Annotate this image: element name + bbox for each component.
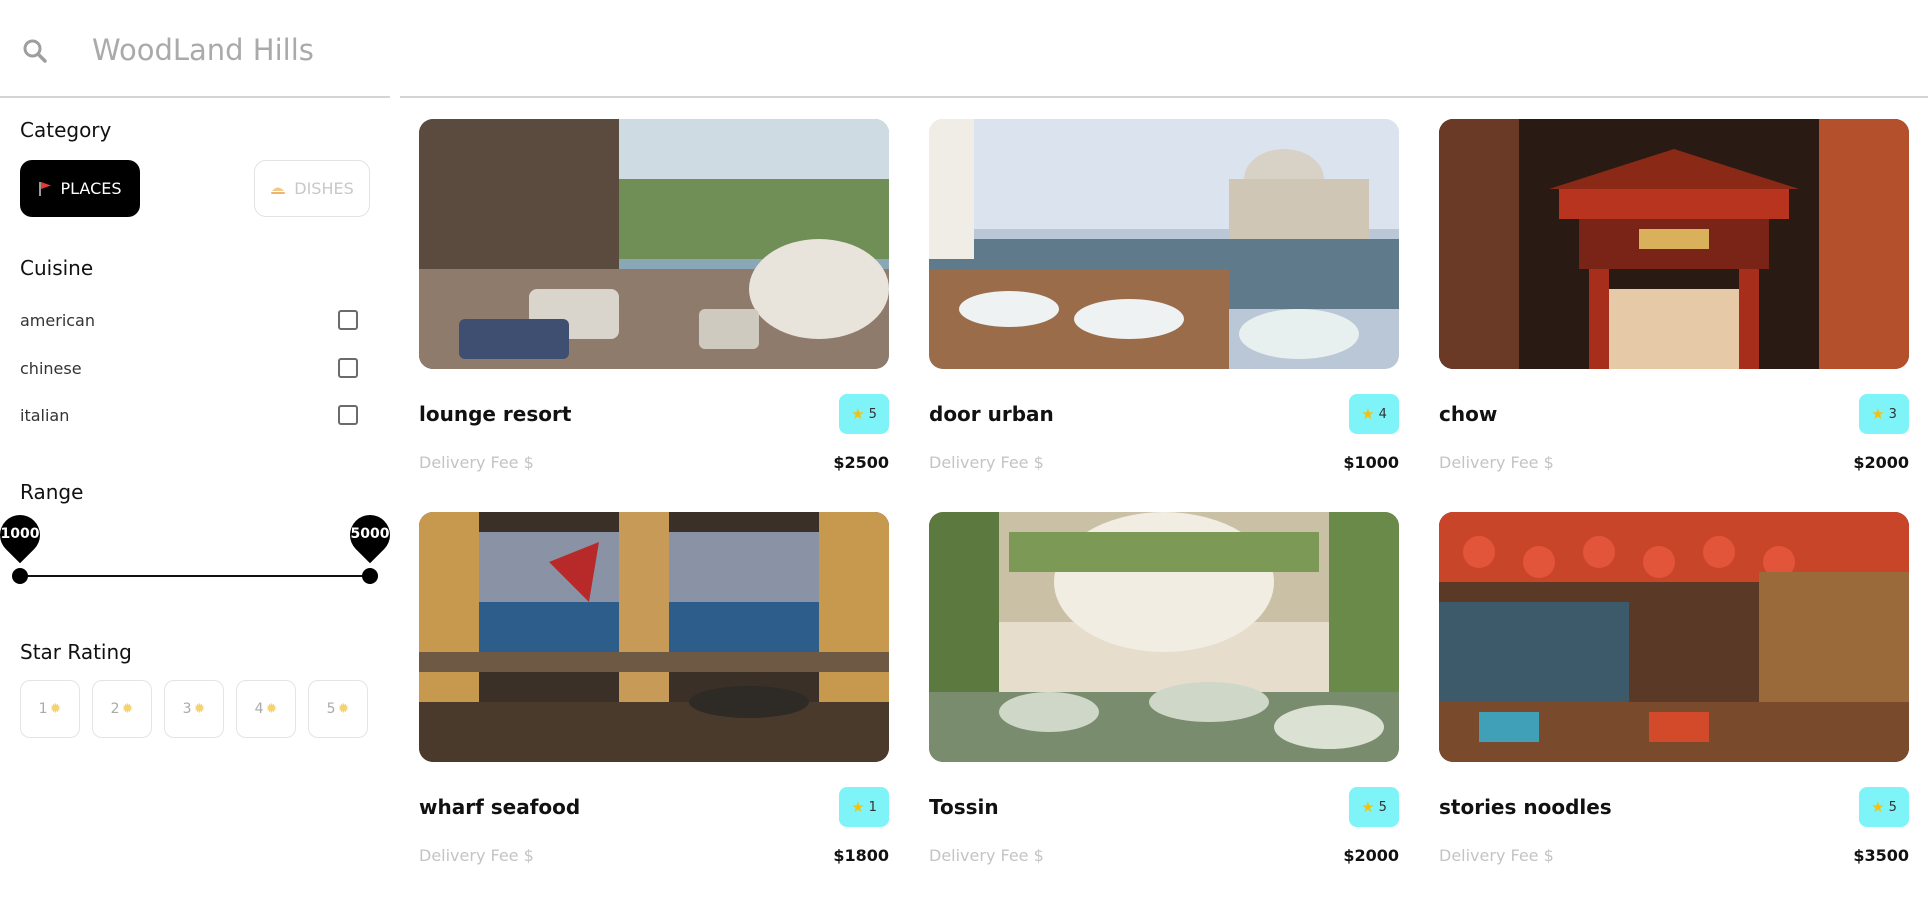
delivery-fee-price: $1000	[1343, 453, 1399, 472]
search-input[interactable]	[92, 26, 992, 74]
delivery-fee-label: Delivery Fee $	[1439, 846, 1554, 865]
delivery-fee-label: Delivery Fee $	[419, 846, 534, 865]
restaurant-image[interactable]	[1439, 119, 1909, 369]
range-max-value: 5000	[350, 526, 390, 542]
delivery-fee-price: $2500	[833, 453, 889, 472]
cuisine-label: chinese	[20, 358, 82, 378]
rating-badge: ★ 3	[1859, 394, 1909, 434]
header-divider-gap	[390, 94, 400, 100]
restaurant-name[interactable]: stories noodles	[1439, 795, 1612, 819]
restaurant-image[interactable]	[419, 119, 889, 369]
rating-filter-value: 3	[182, 701, 192, 717]
dishes-label: DISHES	[294, 179, 354, 198]
rating-badge: ★ 5	[1349, 787, 1399, 827]
dishes-category-button[interactable]: DISHES	[254, 160, 370, 217]
dish-icon	[270, 182, 286, 196]
cuisine-checkbox[interactable]	[338, 405, 358, 425]
rating-filter-value: 2	[110, 701, 120, 717]
places-label: PLACES	[60, 179, 122, 198]
rating-value: 4	[1378, 406, 1387, 422]
delivery-fee-price: $1800	[833, 846, 889, 865]
cuisine-option-american[interactable]: american	[20, 305, 358, 335]
search-icon[interactable]	[20, 36, 50, 66]
cuisine-option-italian[interactable]: italian	[20, 400, 358, 430]
star-icon: ★	[1361, 798, 1375, 816]
restaurant-name[interactable]: lounge resort	[419, 402, 571, 426]
rating-filter-value: 1	[38, 701, 48, 717]
range-max-handle[interactable]	[362, 568, 378, 584]
star-icon: ★	[1361, 405, 1375, 423]
cuisine-label: italian	[20, 405, 70, 425]
flag-icon	[38, 181, 52, 197]
rating-filter-value: 5	[326, 701, 336, 717]
star-icon: ★	[1871, 798, 1885, 816]
rating-badge: ★ 4	[1349, 394, 1399, 434]
delivery-fee-label: Delivery Fee $	[929, 846, 1044, 865]
restaurant-image[interactable]	[929, 512, 1399, 762]
cuisine-checkbox[interactable]	[338, 310, 358, 330]
rating-filter-value: 4	[254, 701, 264, 717]
star-icon: ★	[851, 405, 865, 423]
sun-icon: ✹	[265, 701, 278, 717]
cuisine-label: american	[20, 310, 95, 330]
rating-badge: ★ 5	[1859, 787, 1909, 827]
rating-filter-2[interactable]: 2 ✹	[92, 680, 152, 738]
rating-filter-4[interactable]: 4 ✹	[236, 680, 296, 738]
cuisine-title: Cuisine	[20, 256, 94, 280]
rating-badge: ★ 5	[839, 394, 889, 434]
star-icon: ★	[851, 798, 865, 816]
rating-value: 5	[1378, 799, 1387, 815]
star-icon: ★	[1871, 405, 1885, 423]
rating-filter-1[interactable]: 1 ✹	[20, 680, 80, 738]
search-header	[0, 0, 1928, 98]
range-slider-track[interactable]	[20, 575, 370, 577]
range-min-value: 1000	[0, 526, 40, 542]
restaurant-image[interactable]	[1439, 512, 1909, 762]
cuisine-option-chinese[interactable]: chinese	[20, 353, 358, 383]
restaurant-image[interactable]	[929, 119, 1399, 369]
restaurant-name[interactable]: Tossin	[929, 795, 999, 819]
sun-icon: ✹	[49, 701, 62, 717]
range-min-handle[interactable]	[12, 568, 28, 584]
rating-filter-5[interactable]: 5 ✹	[308, 680, 368, 738]
rating-value: 5	[868, 406, 877, 422]
category-title: Category	[20, 118, 112, 142]
rating-value: 3	[1888, 406, 1897, 422]
restaurant-name[interactable]: wharf seafood	[419, 795, 580, 819]
sun-icon: ✹	[337, 701, 350, 717]
delivery-fee-label: Delivery Fee $	[929, 453, 1044, 472]
rating-value: 1	[868, 799, 877, 815]
restaurant-name[interactable]: chow	[1439, 402, 1497, 426]
cuisine-checkbox[interactable]	[338, 358, 358, 378]
sun-icon: ✹	[193, 701, 206, 717]
rating-value: 5	[1888, 799, 1897, 815]
range-title: Range	[20, 480, 84, 504]
delivery-fee-price: $3500	[1853, 846, 1909, 865]
rating-badge: ★ 1	[839, 787, 889, 827]
places-category-button[interactable]: PLACES	[20, 160, 140, 217]
delivery-fee-price: $2000	[1853, 453, 1909, 472]
delivery-fee-price: $2000	[1343, 846, 1399, 865]
restaurant-image[interactable]	[419, 512, 889, 762]
sun-icon: ✹	[121, 701, 134, 717]
rating-filter-3[interactable]: 3 ✹	[164, 680, 224, 738]
delivery-fee-label: Delivery Fee $	[1439, 453, 1554, 472]
restaurant-name[interactable]: door urban	[929, 402, 1054, 426]
star-rating-title: Star Rating	[20, 640, 132, 664]
delivery-fee-label: Delivery Fee $	[419, 453, 534, 472]
